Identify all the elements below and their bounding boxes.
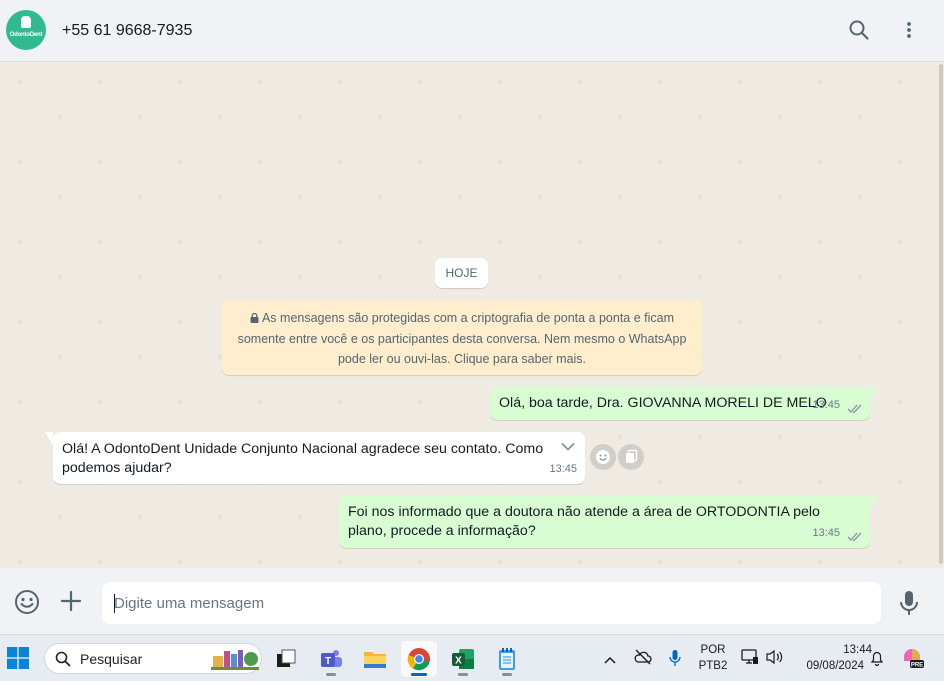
encryption-notice[interactable]: As mensagens são protegidas com a cripto… (222, 300, 702, 375)
taskbar-chrome[interactable] (401, 641, 437, 677)
scroll-thumb[interactable] (939, 64, 943, 564)
svg-text:T: T (325, 656, 331, 667)
copilot-badge: PRE (911, 663, 923, 669)
message-input[interactable] (102, 582, 881, 624)
running-indicator (326, 673, 336, 676)
teams-icon: T (321, 650, 342, 667)
taskbar-task-view[interactable] (268, 641, 304, 677)
taskbar-notepad[interactable] (489, 641, 525, 677)
message-time: 13:45 (812, 399, 840, 411)
task-view-icon (277, 649, 296, 667)
volume-icon[interactable] (765, 649, 785, 670)
lock-icon (250, 313, 259, 323)
date-divider: HOJE (435, 258, 488, 288)
search-icon (55, 651, 71, 667)
excel-icon: X (452, 649, 474, 669)
emoji-picker-button[interactable] (14, 589, 40, 620)
notification-bell-icon[interactable] (870, 650, 884, 671)
notepad-icon (499, 648, 515, 670)
menu-kebab-icon[interactable] (897, 18, 921, 42)
contact-avatar[interactable]: OdontoDent (6, 10, 46, 50)
windows-taskbar: Pesquisar T X POR PTB2 13:44 09/08/2024 (0, 634, 944, 681)
forward-message-button[interactable] (618, 444, 644, 470)
copy-icon (626, 449, 638, 463)
taskbar-file-explorer[interactable] (357, 641, 393, 677)
smiley-icon (15, 590, 39, 614)
message-time: 13:45 (812, 527, 840, 539)
folder-icon (364, 652, 386, 668)
message-text: Olá! A OdontoDent Unidade Conjunto Nacio… (62, 441, 544, 476)
running-indicator (502, 673, 512, 676)
keyboard-layout[interactable]: PTB2 (696, 660, 730, 672)
read-ticks-icon (847, 532, 862, 542)
microphone-icon (900, 591, 918, 615)
tooth-icon (21, 16, 31, 28)
active-indicator (411, 673, 427, 676)
network-icon[interactable] (741, 649, 759, 670)
search-highlight-image-icon (211, 650, 259, 670)
taskbar-search[interactable]: Pesquisar (44, 643, 262, 674)
search-label: Pesquisar (80, 651, 143, 667)
microphone-icon[interactable] (669, 649, 681, 672)
chrome-icon (407, 648, 430, 671)
message-incoming[interactable]: Olá! A OdontoDent Unidade Conjunto Nacio… (45, 432, 585, 484)
message-time: 13:45 (549, 463, 577, 475)
attach-button[interactable] (59, 589, 83, 618)
chat-header: OdontoDent +55 61 9668-7935 (0, 0, 944, 62)
svg-text:X: X (455, 656, 462, 667)
avatar-logo-text: OdontoDent (9, 32, 43, 38)
windows-start-icon[interactable] (7, 647, 29, 669)
smiley-icon (596, 450, 610, 464)
read-ticks-icon (847, 404, 862, 414)
input-language[interactable]: POR (698, 644, 728, 656)
plus-icon (60, 590, 82, 612)
bubble-tail (45, 432, 53, 445)
composer-bar (0, 568, 944, 634)
voice-message-button[interactable] (898, 590, 920, 621)
search-icon[interactable] (847, 18, 871, 42)
copilot-icon[interactable]: PRE (901, 647, 925, 674)
chevron-up-icon[interactable] (603, 652, 617, 670)
message-list[interactable]: HOJE As mensagens são protegidas com a c… (0, 62, 944, 568)
onedrive-offline-icon[interactable] (634, 649, 652, 670)
chat-scrollbar[interactable] (938, 62, 944, 568)
bubble-tail (870, 387, 878, 400)
text-caret (114, 594, 115, 613)
taskbar-excel[interactable]: X (445, 641, 481, 677)
clock-time[interactable]: 13:44 (822, 644, 872, 656)
encryption-notice-text: As mensagens são protegidas com a cripto… (237, 311, 687, 366)
running-indicator (458, 673, 468, 676)
message-outgoing[interactable]: Foi nos informado que a doutora não aten… (339, 496, 878, 548)
clock-date[interactable]: 09/08/2024 (798, 660, 864, 672)
message-text: Olá, boa tarde, Dra. GIOVANNA MORELI DE … (499, 395, 827, 411)
taskbar-teams[interactable]: T (313, 641, 349, 677)
bubble-tail (870, 496, 878, 509)
contact-name[interactable]: +55 61 9668-7935 (62, 22, 192, 40)
emoji-reaction-button[interactable] (590, 444, 616, 470)
chevron-down-icon[interactable] (561, 442, 575, 452)
message-text: Foi nos informado que a doutora não aten… (348, 504, 820, 539)
message-outgoing[interactable]: Olá, boa tarde, Dra. GIOVANNA MORELI DE … (490, 387, 878, 420)
